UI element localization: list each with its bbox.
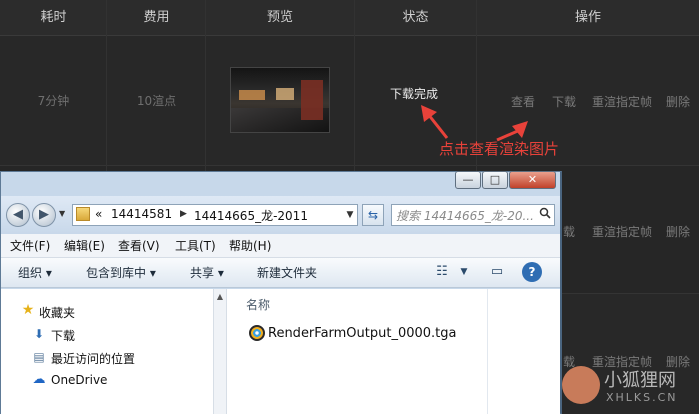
menu-view[interactable]: 查看(V) xyxy=(118,237,160,254)
help-icon[interactable]: ? xyxy=(522,262,542,282)
tga-file-icon xyxy=(249,325,265,341)
breadcrumb-segment[interactable]: 14414581 xyxy=(111,207,172,221)
menu-tools[interactable]: 工具(T) xyxy=(175,237,216,254)
fox-logo-icon xyxy=(562,366,600,404)
column-divider xyxy=(487,289,488,414)
nav-onedrive[interactable]: OneDrive xyxy=(51,373,107,387)
share-button[interactable]: 共享 ▾ xyxy=(190,264,224,281)
nav-favorites[interactable]: 收藏夹 xyxy=(39,304,75,321)
search-icon[interactable] xyxy=(536,205,554,225)
view-options-icon[interactable]: ☷ xyxy=(431,262,453,282)
watermark-text: 小狐狸网 xyxy=(604,370,676,391)
new-folder-button[interactable]: 新建文件夹 xyxy=(257,264,317,281)
scroll-up-icon[interactable]: ▲ xyxy=(215,292,225,304)
window-controls: — □ ✕ xyxy=(455,171,559,191)
minimize-button[interactable]: — xyxy=(455,171,481,189)
back-icon[interactable]: ◀ xyxy=(6,203,30,227)
download-folder-icon: ⬇ xyxy=(33,327,45,341)
arrow-to-status-head xyxy=(421,105,437,122)
maximize-button[interactable]: □ xyxy=(482,171,508,189)
arrow-to-view-head xyxy=(512,121,528,138)
file-item[interactable]: RenderFarmOutput_0000.tga xyxy=(268,326,457,341)
menu-edit[interactable]: 编辑(E) xyxy=(64,237,105,254)
folder-icon xyxy=(76,207,90,221)
annotation-text: 点击查看渲染图片 xyxy=(439,140,560,158)
file-list xyxy=(227,289,560,414)
nav-recent-places[interactable]: 最近访问的位置 xyxy=(51,350,135,367)
star-icon: ★ xyxy=(21,302,35,318)
watermark: 小狐狸网 XHLKS.CN xyxy=(560,360,699,414)
view-dropdown-icon[interactable]: ▼ xyxy=(453,262,475,282)
organize-button[interactable]: 组织 ▾ xyxy=(18,264,52,281)
column-name[interactable]: 名称 xyxy=(246,296,270,313)
pane-splitter[interactable] xyxy=(213,289,227,414)
refresh-icon[interactable]: ⇆ xyxy=(362,204,384,226)
cloud-icon: ☁ xyxy=(32,372,46,387)
address-prefix[interactable]: « xyxy=(95,207,102,221)
recent-places-icon: ▤ xyxy=(33,350,45,364)
watermark-subtext: XHLKS.CN xyxy=(606,391,678,404)
preview-pane-icon[interactable]: ▭ xyxy=(486,262,508,282)
breadcrumb-separator-icon[interactable]: ▶ xyxy=(180,209,187,219)
nav-downloads[interactable]: 下载 xyxy=(51,327,75,344)
close-button[interactable]: ✕ xyxy=(509,171,556,189)
include-in-library-button[interactable]: 包含到库中 ▾ xyxy=(86,264,156,281)
menu-file[interactable]: 文件(F) xyxy=(10,237,50,254)
search-placeholder: 搜索 14414665_龙-20... xyxy=(396,209,534,223)
breadcrumb-segment[interactable]: 14414665_龙-2011 xyxy=(194,207,308,224)
history-dropdown-icon[interactable]: ▼ xyxy=(59,209,65,218)
menu-help[interactable]: 帮助(H) xyxy=(229,237,271,254)
address-dropdown-icon[interactable]: ▼ xyxy=(343,205,357,225)
forward-icon[interactable]: ▶ xyxy=(32,203,56,227)
arrow-to-status xyxy=(426,113,449,139)
